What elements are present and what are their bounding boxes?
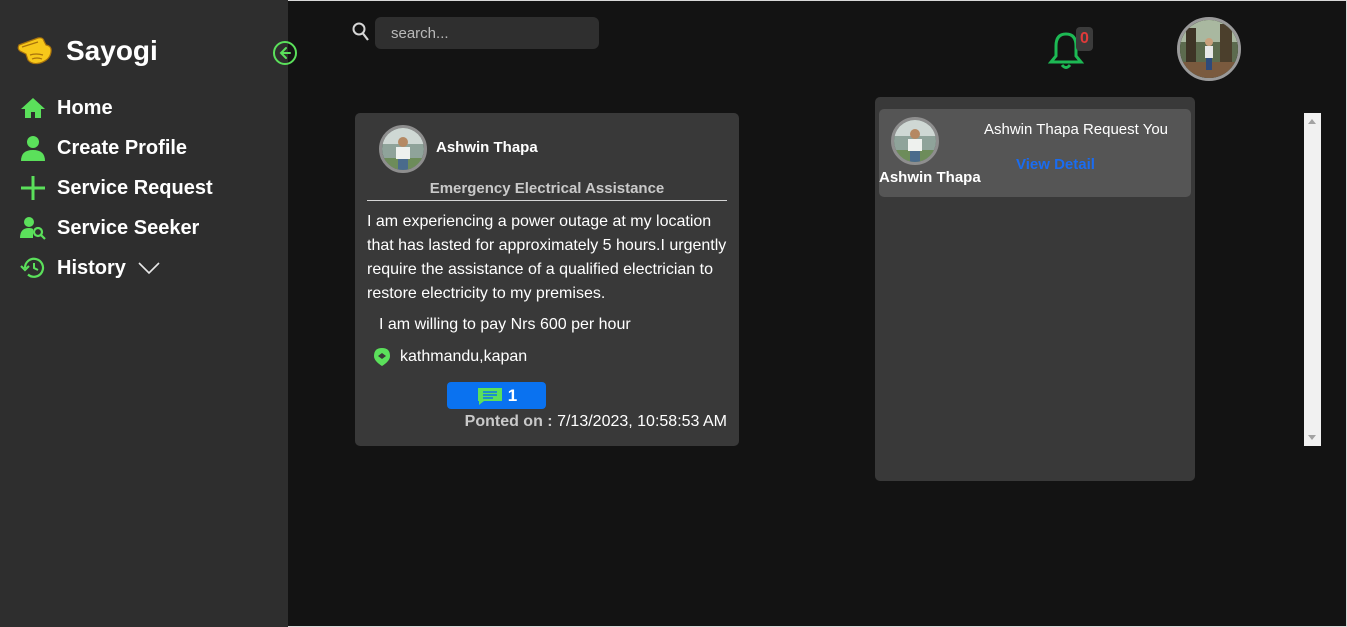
sidebar-item-label: Home — [57, 96, 113, 119]
posted-label: Ponted on : — [464, 413, 553, 430]
request-pay: I am willing to pay Nrs 600 per hour — [379, 316, 631, 333]
sidebar-item-service-request[interactable]: Service Request — [18, 168, 213, 208]
plus-icon — [18, 173, 48, 203]
sidebar-item-create-profile[interactable]: Create Profile — [18, 128, 213, 168]
request-description: I am experiencing a power outage at my l… — [367, 213, 727, 302]
sidebar-item-history[interactable]: History — [18, 248, 213, 288]
notification-item[interactable]: Ashwin Thapa Ashwin Thapa Request You Vi… — [879, 109, 1191, 197]
collapse-sidebar-icon[interactable] — [272, 40, 298, 66]
notification-count-badge: 0 — [1076, 27, 1093, 51]
scrollbar-thumb[interactable] — [1306, 131, 1319, 427]
search-input[interactable] — [375, 17, 599, 49]
request-location: kathmandu,kapan — [373, 347, 527, 367]
brand[interactable]: Sayogi — [16, 33, 158, 69]
scrollbar[interactable] — [1304, 113, 1321, 446]
request-title: Emergency Electrical Assistance — [367, 180, 727, 201]
avatar-photo-icon — [894, 120, 936, 162]
search-icon[interactable] — [352, 22, 370, 42]
sidebar-nav: Home Create Profile Service Request Serv… — [18, 88, 213, 288]
user-avatar[interactable] — [1177, 17, 1241, 81]
author-avatar[interactable] — [379, 125, 427, 173]
sidebar-item-service-seeker[interactable]: Service Seeker — [18, 208, 213, 248]
comment-icon — [477, 387, 502, 405]
notification-panel: Ashwin Thapa Ashwin Thapa Request You Vi… — [875, 97, 1195, 481]
location-pin-icon — [374, 348, 390, 366]
person-icon — [18, 133, 48, 163]
sidebar: Sayogi Home Create Profile Service Reque… — [0, 0, 297, 627]
notification-message: Ashwin Thapa Request You — [984, 121, 1169, 138]
brand-name: Sayogi — [66, 35, 158, 66]
requester-avatar[interactable] — [891, 117, 939, 165]
requester-name: Ashwin Thapa — [879, 169, 981, 186]
history-icon — [18, 253, 48, 283]
sidebar-item-home[interactable]: Home — [18, 88, 213, 128]
pointing-hand-icon — [17, 37, 52, 65]
comments-button[interactable]: 1 — [447, 382, 546, 409]
comment-count: 1 — [507, 385, 518, 405]
location-text: kathmandu,kapan — [400, 348, 528, 365]
author-name[interactable]: Ashwin Thapa — [436, 139, 538, 156]
sidebar-item-label: Service Request — [57, 176, 213, 199]
sidebar-item-label: History — [57, 256, 126, 279]
posted-timestamp: Ponted on : 7/13/2023, 10:58:53 AM — [465, 413, 727, 431]
home-icon — [18, 93, 48, 123]
scroll-down-arrow-icon[interactable] — [1308, 435, 1316, 440]
sidebar-item-label: Service Seeker — [57, 216, 200, 239]
person-search-icon — [18, 213, 48, 243]
view-detail-link[interactable]: View Detail — [1016, 156, 1095, 173]
posted-value: 7/13/2023, 10:58:53 AM — [557, 413, 727, 430]
avatar-photo-icon — [1180, 20, 1238, 78]
chevron-down-icon[interactable] — [138, 261, 160, 275]
service-request-card: Ashwin Thapa Emergency Electrical Assist… — [355, 113, 739, 446]
sidebar-item-label: Create Profile — [57, 136, 188, 159]
avatar-photo-icon — [382, 128, 424, 170]
scroll-up-arrow-icon[interactable] — [1308, 119, 1316, 124]
